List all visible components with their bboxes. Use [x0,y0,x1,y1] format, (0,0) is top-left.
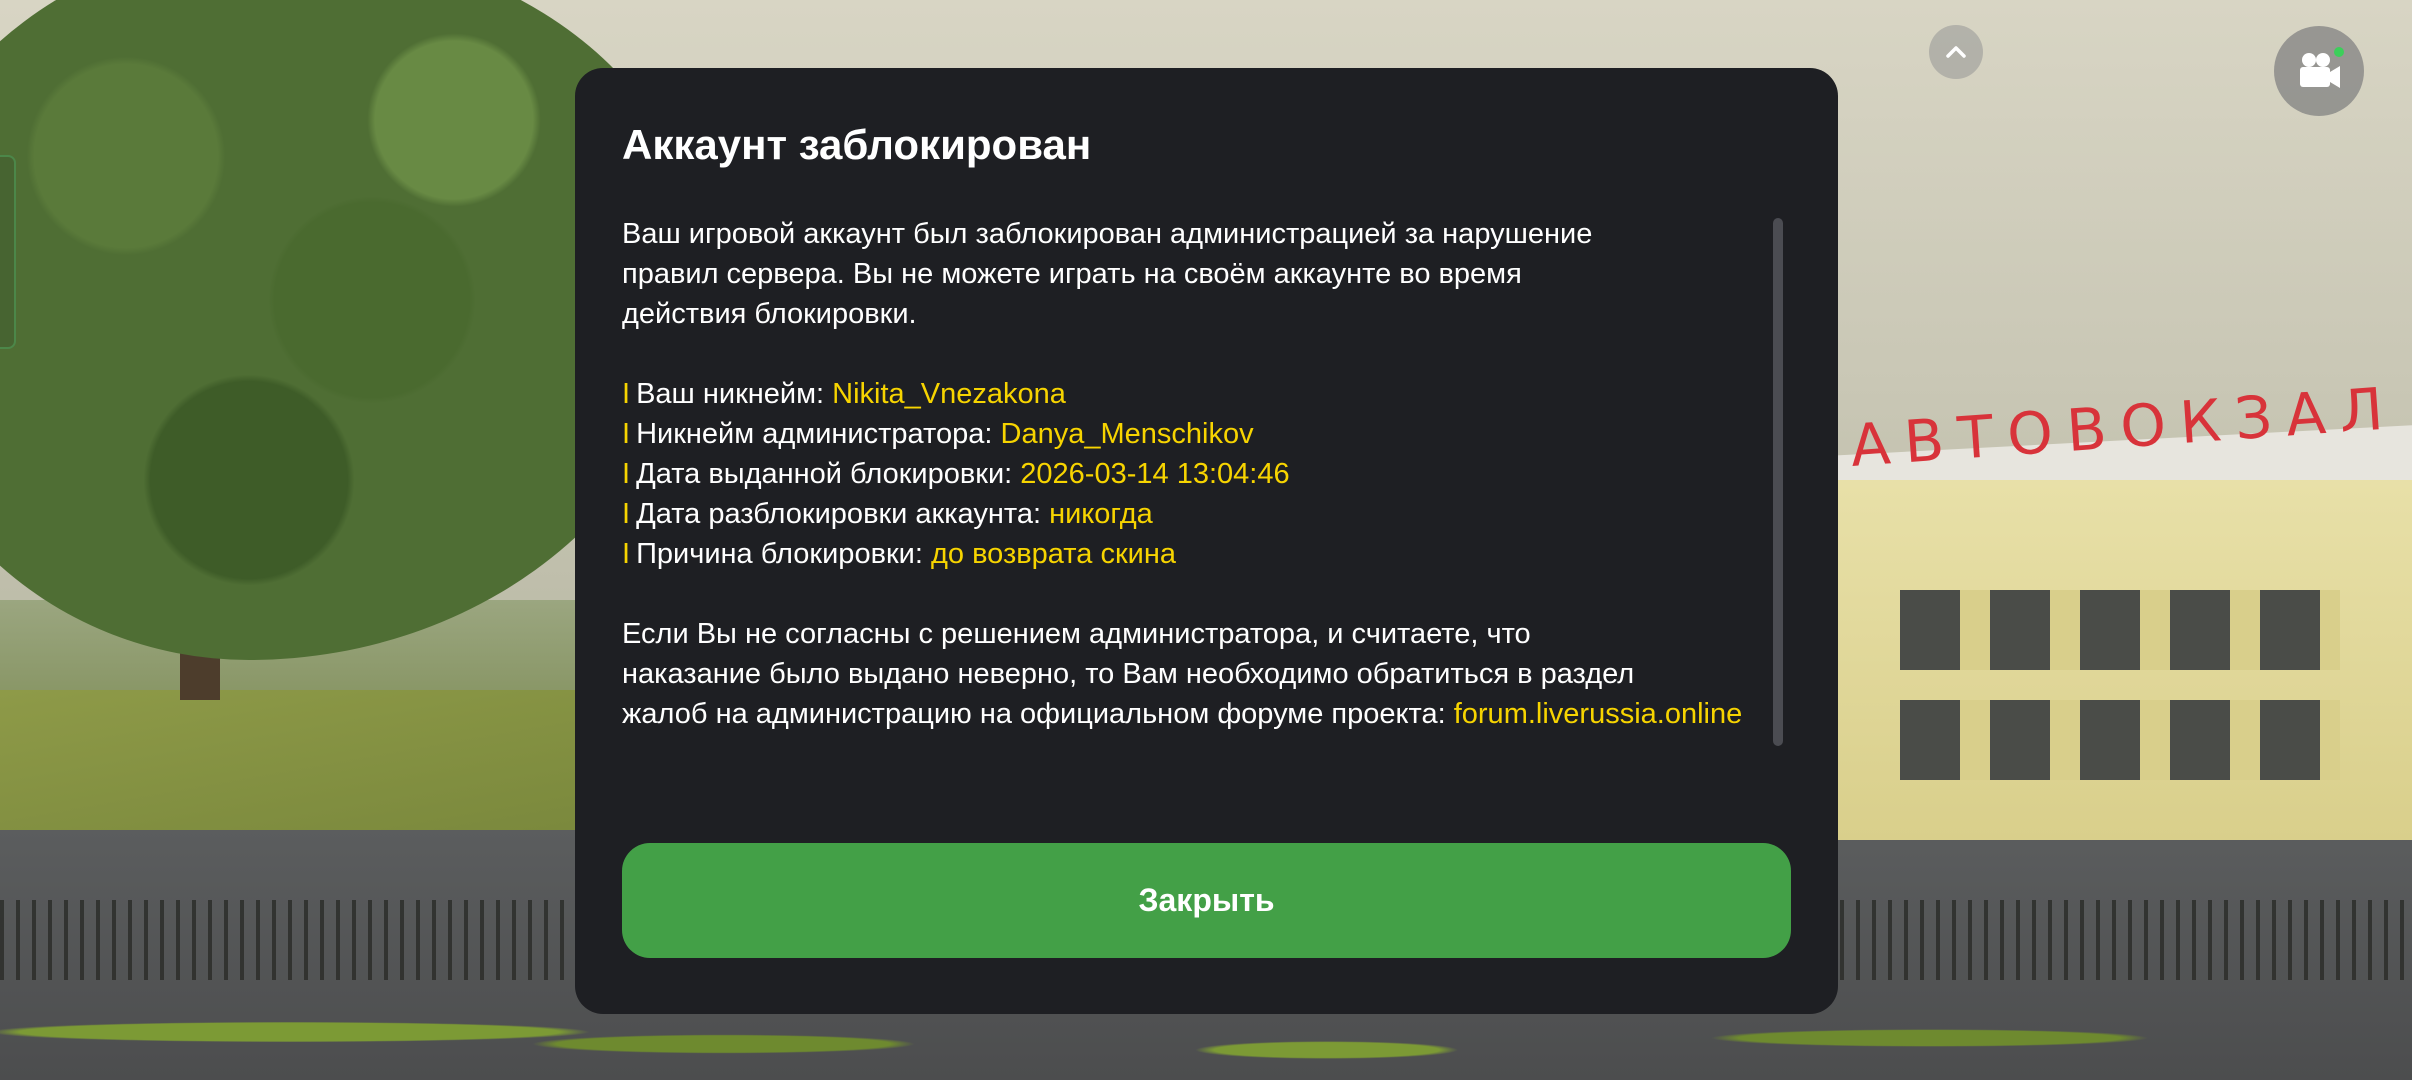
detail-marker: I [622,538,631,570]
intro-line: правил сервера. Вы не можете играть на с… [622,258,1522,290]
dialog-message[interactable]: Ваш игровой аккаунт был заблокирован адм… [622,214,1752,780]
detail-label: Причина блокировки: [636,538,931,570]
detail-value: до возврата скина [930,538,1176,570]
close-button[interactable]: Закрыть [622,843,1791,958]
detail-ban-reason: I Причина блокировки: до возврата скина [622,534,1752,574]
detail-marker: I [622,378,631,410]
detail-unban-date: I Дата разблокировки аккаунта: никогда [622,494,1752,534]
detail-ban-date: I Дата выданной блокировки: 2026-03-14 13… [622,454,1752,494]
station-windows-upper [1900,590,2340,670]
detail-value: Nikita_Vnezakona [832,378,1066,410]
detail-admin-nickname: I Никнейм администратора: Danya_Menschiko… [622,414,1752,454]
detail-value: Danya_Menschikov [1000,418,1254,450]
detail-label: Дата разблокировки аккаунта: [636,498,1050,530]
intro-line: Ваш игровой аккаунт был заблокирован адм… [622,218,1593,250]
detail-marker: I [622,458,631,490]
detail-label: Никнейм администратора: [636,418,1001,450]
ban-dialog: Аккаунт заблокирован Ваш игровой аккаунт… [575,68,1838,1014]
detail-label: Ваш никнейм: [636,378,833,410]
detail-marker: I [622,418,631,450]
station-windows-lower [1900,700,2340,780]
appeal-line: наказание было выдано неверно, то Вам не… [622,658,1635,690]
dialog-title: Аккаунт заблокирован [622,121,1092,168]
forum-link[interactable]: forum.liverussia.online [1454,698,1743,730]
detail-value: 2026-03-14 13:04:46 [1020,458,1290,490]
intro-line: действия блокировки. [622,298,917,330]
detail-value: никогда [1049,498,1153,530]
collapse-hud-button[interactable] [1929,25,1983,79]
left-edge-panel-handle[interactable] [0,155,16,349]
camera-button[interactable] [2274,26,2364,116]
detail-label: Дата выданной блокировки: [636,458,1021,490]
scroll-fade [622,748,1752,788]
video-camera-icon [2300,47,2344,88]
appeal-line-with-link: жалоб на администрацию на официальном фо… [622,694,1752,734]
appeal-line: Если Вы не согласны с решением администр… [622,618,1531,650]
detail-nickname: I Ваш никнейм: Nikita_Vnezakona [622,374,1752,414]
appeal-line: жалоб на администрацию на официальном фо… [622,698,1454,730]
detail-marker: I [622,498,631,530]
dialog-scrollbar[interactable] [1773,218,1783,746]
camera-status-dot [2334,47,2344,57]
chevron-up-icon [1946,46,1966,58]
